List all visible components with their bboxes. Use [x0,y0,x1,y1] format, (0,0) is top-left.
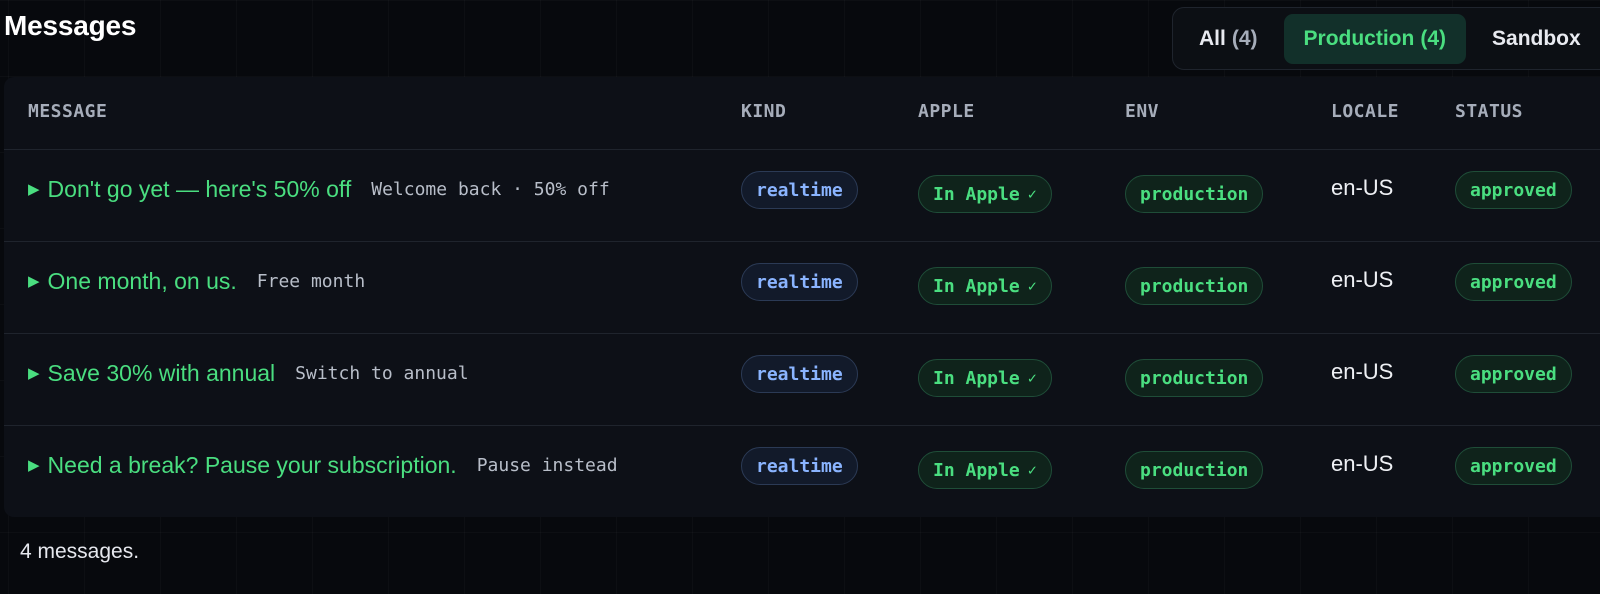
apple-badge: In Apple ✓ [918,175,1052,213]
env-badge: production [1125,451,1264,489]
env-badge: production [1125,359,1264,397]
table-row[interactable]: ▶ Need a break? Pause your subscription.… [4,425,1600,517]
table-row[interactable]: ▶ Save 30% with annual Switch to annual … [4,333,1600,426]
locale-value: en-US [1331,359,1394,384]
message-count-summary: 4 messages. [20,540,140,563]
env-badge: production [1125,267,1264,305]
kind-badge: realtime [741,355,858,393]
tab-production[interactable]: Production (4) [1283,13,1467,64]
column-header-env[interactable]: ENV [1125,101,1159,122]
caret-right-icon[interactable]: ▶ [28,180,40,198]
page-title: Messages [4,10,137,41]
locale-value: en-US [1331,451,1394,476]
caret-right-icon[interactable]: ▶ [28,364,40,382]
apple-badge-label: In Apple [933,275,1020,297]
apple-badge-label: In Apple [933,367,1020,389]
table-header: MESSAGE KIND APPLE ENV LOCALE STATUS [4,77,1600,150]
apple-badge-label: In Apple [933,459,1020,481]
message-cell[interactable]: ▶ Don't go yet — here's 50% off Welcome … [28,149,610,229]
message-title: Need a break? Pause your subscription. [47,451,457,478]
status-badge: approved [1455,263,1572,301]
check-icon: ✓ [1027,461,1037,479]
message-title: Save 30% with annual [47,359,276,386]
apple-badge-label: In Apple [933,183,1020,205]
tab-sandbox-label: Sandbox [1492,26,1581,50]
apple-badge: In Apple ✓ [918,451,1052,489]
apple-badge: In Apple ✓ [918,267,1052,305]
column-header-message[interactable]: MESSAGE [28,101,107,122]
message-cell[interactable]: ▶ Need a break? Pause your subscription.… [28,425,618,505]
message-subtitle: Welcome back · 50% off [371,178,610,200]
kind-badge: realtime [741,171,858,209]
message-cell[interactable]: ▶ Save 30% with annual Switch to annual [28,333,469,413]
message-subtitle: Pause instead [476,454,618,476]
status-badge: approved [1455,447,1572,485]
message-title: One month, on us. [47,267,237,294]
locale-value: en-US [1331,175,1394,200]
check-icon: ✓ [1027,185,1037,203]
check-icon: ✓ [1027,277,1037,295]
column-header-locale[interactable]: LOCALE [1331,101,1399,122]
table-row[interactable]: ▶ Don't go yet — here's 50% off Welcome … [4,149,1600,242]
tab-all-label: All [1199,26,1226,50]
kind-badge: realtime [741,263,858,301]
kind-badge: realtime [741,447,858,485]
env-badge: production [1125,175,1264,213]
message-subtitle: Free month [256,270,366,292]
column-header-kind[interactable]: KIND [741,101,786,122]
apple-badge: In Apple ✓ [918,359,1052,397]
environment-filter-tabs: All (4) Production (4) Sandbox [1172,7,1600,70]
caret-right-icon[interactable]: ▶ [28,272,40,290]
column-header-apple[interactable]: APPLE [918,101,975,122]
message-subtitle: Switch to annual [295,362,469,384]
check-icon: ✓ [1027,369,1037,387]
tab-all-count: (4) [1231,26,1258,50]
status-badge: approved [1455,171,1572,209]
tab-all[interactable]: All (4) [1179,14,1278,64]
tab-sandbox[interactable]: Sandbox [1472,14,1600,64]
message-cell[interactable]: ▶ One month, on us. Free month [28,241,365,321]
message-title: Don't go yet — here's 50% off [47,175,352,202]
table-row[interactable]: ▶ One month, on us. Free month realtime … [4,241,1600,334]
column-header-status[interactable]: STATUS [1455,101,1523,122]
status-badge: approved [1455,355,1572,393]
tab-production-count: (4) [1420,26,1447,50]
locale-value: en-US [1331,267,1394,292]
tab-production-label: Production [1303,26,1415,50]
messages-table: MESSAGE KIND APPLE ENV LOCALE STATUS ▶ D… [4,77,1600,517]
caret-right-icon[interactable]: ▶ [28,456,40,474]
